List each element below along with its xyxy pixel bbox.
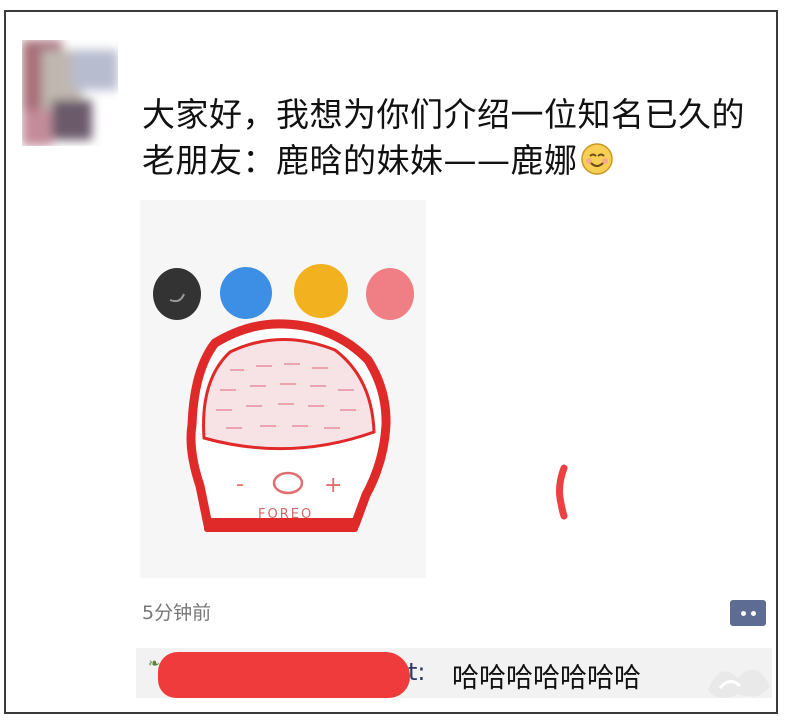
commenter-name-tail[interactable]: t: — [408, 658, 426, 686]
post-line-1: 大家好，我想为你们介绍一位知名已久的 — [142, 95, 745, 134]
device-base — [204, 518, 358, 532]
avatar[interactable] — [22, 40, 118, 146]
comment-dot-icon — [750, 610, 756, 616]
redacted-commenter-name — [158, 652, 410, 698]
watermark-logo — [700, 650, 776, 706]
minus-sign: - — [236, 472, 244, 497]
foreo-drawing: - + FOREO — [153, 264, 414, 532]
blue-color-dot — [220, 267, 272, 319]
smile-emoji-icon — [580, 142, 614, 188]
avatar-blur — [22, 40, 118, 146]
comment-section: ❧ t: 哈哈哈哈哈哈哈 — [136, 648, 772, 698]
post-line-2-text: 老朋友：鹿晗的妹妹——鹿娜 — [142, 141, 578, 180]
pink-color-dot — [366, 268, 414, 320]
black-color-dot — [153, 268, 201, 320]
post-line-2: 老朋友：鹿晗的妹妹——鹿娜 — [142, 138, 762, 188]
comment-button[interactable] — [730, 600, 766, 626]
comment-dot-icon — [740, 610, 746, 616]
red-scribble — [552, 464, 576, 524]
plus-sign: + — [324, 473, 342, 498]
post-card: 大家好，我想为你们介绍一位知名已久的 老朋友：鹿晗的妹妹——鹿娜 - + FOR… — [4, 10, 778, 714]
post-text: 大家好，我想为你们介绍一位知名已久的 老朋友：鹿晗的妹妹——鹿娜 — [142, 92, 762, 188]
post-timestamp: 5分钟前 — [142, 602, 212, 624]
comment-text: 哈哈哈哈哈哈哈 — [452, 663, 641, 694]
post-photo[interactable]: - + FOREO — [140, 200, 426, 578]
yellow-color-dot — [294, 264, 348, 318]
